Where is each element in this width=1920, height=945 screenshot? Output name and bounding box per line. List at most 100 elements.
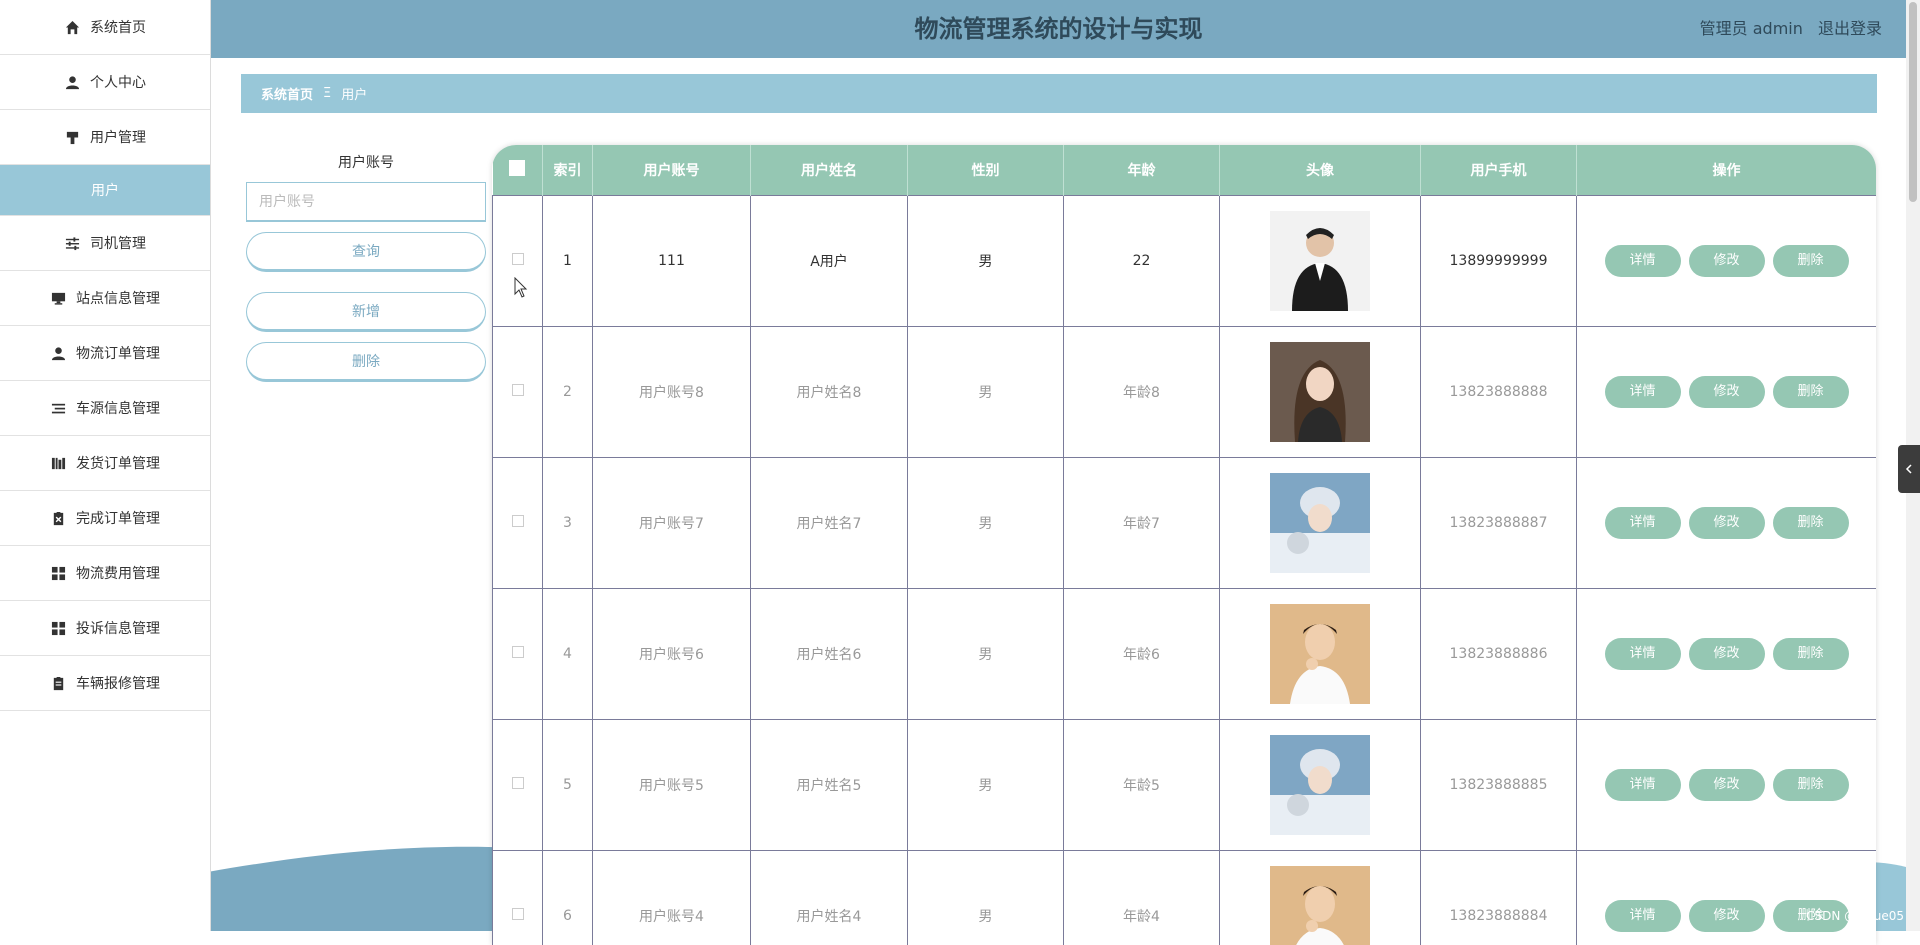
detail-button[interactable]: 详情 <box>1605 507 1681 539</box>
header-index: 索引 <box>543 145 593 196</box>
sidebar-item-logistics-fee[interactable]: 物流费用管理 <box>0 546 210 601</box>
home-icon <box>64 19 80 35</box>
sidebar-item-vehicle-source[interactable]: 车源信息管理 <box>0 381 210 436</box>
delete-button[interactable]: 删除 <box>1773 507 1849 539</box>
edit-button[interactable]: 修改 <box>1689 376 1765 408</box>
sidebar-item-label: 站点信息管理 <box>76 288 160 308</box>
cell-age: 22 <box>1064 196 1220 327</box>
cell-account: 用户账号5 <box>593 720 751 851</box>
detail-button[interactable]: 详情 <box>1605 245 1681 277</box>
search-input[interactable] <box>246 182 486 222</box>
row-checkbox[interactable] <box>512 908 524 920</box>
sidebar-item-station-info[interactable]: 站点信息管理 <box>0 271 210 326</box>
row-checkbox[interactable] <box>512 777 524 789</box>
sliders-icon <box>64 235 80 251</box>
cell-name: 用户姓名6 <box>751 589 908 720</box>
table-row: 1 111 A用户 男 22 13899999999 详情修改删除 <box>493 196 1877 327</box>
cell-gender: 男 <box>908 458 1064 589</box>
edit-button[interactable]: 修改 <box>1689 900 1765 932</box>
breadcrumb-separator-icon: Ξ <box>323 86 331 101</box>
cell-actions: 详情修改删除 <box>1577 589 1877 720</box>
detail-button[interactable]: 详情 <box>1605 900 1681 932</box>
logout-link[interactable]: 退出登录 <box>1818 19 1882 38</box>
cell-index: 5 <box>543 720 593 851</box>
sidebar-item-label: 车辆报修管理 <box>76 673 160 693</box>
clipboard-x-icon <box>50 510 66 526</box>
sidebar-item-shipping-order[interactable]: 发货订单管理 <box>0 436 210 491</box>
sidebar-item-logistics-order[interactable]: 物流订单管理 <box>0 326 210 381</box>
scrollbar-thumb[interactable] <box>1909 2 1917 202</box>
cell-phone: 13823888885 <box>1421 720 1577 851</box>
cell-account: 用户账号8 <box>593 327 751 458</box>
header-phone: 用户手机 <box>1421 145 1577 196</box>
row-select-cell <box>493 458 543 589</box>
sidebar-item-label: 投诉信息管理 <box>76 618 160 638</box>
page-title: 物流管理系统的设计与实现 <box>211 0 1906 58</box>
batch-delete-button[interactable]: 删除 <box>246 342 486 382</box>
sidebar-item-personal-center[interactable]: 个人中心 <box>0 55 210 110</box>
bars-icon <box>50 455 66 471</box>
delete-button[interactable]: 删除 <box>1773 376 1849 408</box>
cell-avatar <box>1220 720 1421 851</box>
select-all-checkbox[interactable] <box>509 160 525 176</box>
avatar-image <box>1270 866 1370 945</box>
cell-index: 2 <box>543 327 593 458</box>
person-icon <box>64 74 80 90</box>
edit-button[interactable]: 修改 <box>1689 507 1765 539</box>
cell-phone: 13823888888 <box>1421 327 1577 458</box>
detail-button[interactable]: 详情 <box>1605 376 1681 408</box>
cell-actions: 详情修改删除 <box>1577 458 1877 589</box>
query-button[interactable]: 查询 <box>246 232 486 272</box>
cell-phone: 13823888887 <box>1421 458 1577 589</box>
table-row: 3 用户账号7 用户姓名7 男 年龄7 13823888887 详情修改删除 <box>493 458 1877 589</box>
cell-gender: 男 <box>908 589 1064 720</box>
side-panel-toggle[interactable] <box>1898 445 1920 493</box>
edit-button[interactable]: 修改 <box>1689 638 1765 670</box>
cell-phone: 13899999999 <box>1421 196 1577 327</box>
breadcrumb-current: 用户 <box>341 84 367 103</box>
chevron-left-icon <box>1904 464 1914 474</box>
edit-button[interactable]: 修改 <box>1689 245 1765 277</box>
delete-button[interactable]: 删除 <box>1773 638 1849 670</box>
sidebar-item-driver-management[interactable]: 司机管理 <box>0 216 210 271</box>
table-row: 4 用户账号6 用户姓名6 男 年龄6 13823888886 详情修改删除 <box>493 589 1877 720</box>
header-age: 年龄 <box>1064 145 1220 196</box>
add-button[interactable]: 新增 <box>246 292 486 332</box>
sidebar-item-home[interactable]: 系统首页 <box>0 0 210 55</box>
breadcrumb: 系统首页 Ξ 用户 <box>241 74 1877 113</box>
row-checkbox[interactable] <box>512 646 524 658</box>
grid-icon <box>50 565 66 581</box>
detail-button[interactable]: 详情 <box>1605 769 1681 801</box>
cell-phone: 13823888886 <box>1421 589 1577 720</box>
sidebar-subitem-user[interactable]: 用户 <box>0 165 210 216</box>
row-select-cell <box>493 720 543 851</box>
sidebar-item-label: 用户 <box>91 180 119 200</box>
sidebar-item-vehicle-repair[interactable]: 车辆报修管理 <box>0 656 210 711</box>
breadcrumb-home[interactable]: 系统首页 <box>261 84 313 103</box>
row-select-cell <box>493 589 543 720</box>
cell-actions: 详情修改删除 <box>1577 327 1877 458</box>
sidebar-item-complaint-info[interactable]: 投诉信息管理 <box>0 601 210 656</box>
delete-button[interactable]: 删除 <box>1773 769 1849 801</box>
cell-actions: 详情修改删除 <box>1577 196 1877 327</box>
edit-button[interactable]: 修改 <box>1689 769 1765 801</box>
delete-button[interactable]: 删除 <box>1773 245 1849 277</box>
cell-name: A用户 <box>751 196 908 327</box>
cell-account: 用户账号6 <box>593 589 751 720</box>
person-icon <box>50 345 66 361</box>
sidebar-item-label: 司机管理 <box>90 233 146 253</box>
sidebar-item-label: 发货订单管理 <box>76 453 160 473</box>
row-select-cell <box>493 196 543 327</box>
detail-button[interactable]: 详情 <box>1605 638 1681 670</box>
avatar-image <box>1270 211 1370 311</box>
search-label: 用户账号 <box>246 152 486 172</box>
row-checkbox[interactable] <box>512 515 524 527</box>
header-avatar: 头像 <box>1220 145 1421 196</box>
row-checkbox[interactable] <box>512 384 524 396</box>
sidebar-item-completed-order[interactable]: 完成订单管理 <box>0 491 210 546</box>
cell-index: 1 <box>543 196 593 327</box>
sidebar-item-user-management[interactable]: 用户管理 <box>0 110 210 165</box>
header-select-all[interactable] <box>493 145 543 196</box>
row-checkbox[interactable] <box>512 253 524 265</box>
table-row: 2 用户账号8 用户姓名8 男 年龄8 13823888888 详情修改删除 <box>493 327 1877 458</box>
